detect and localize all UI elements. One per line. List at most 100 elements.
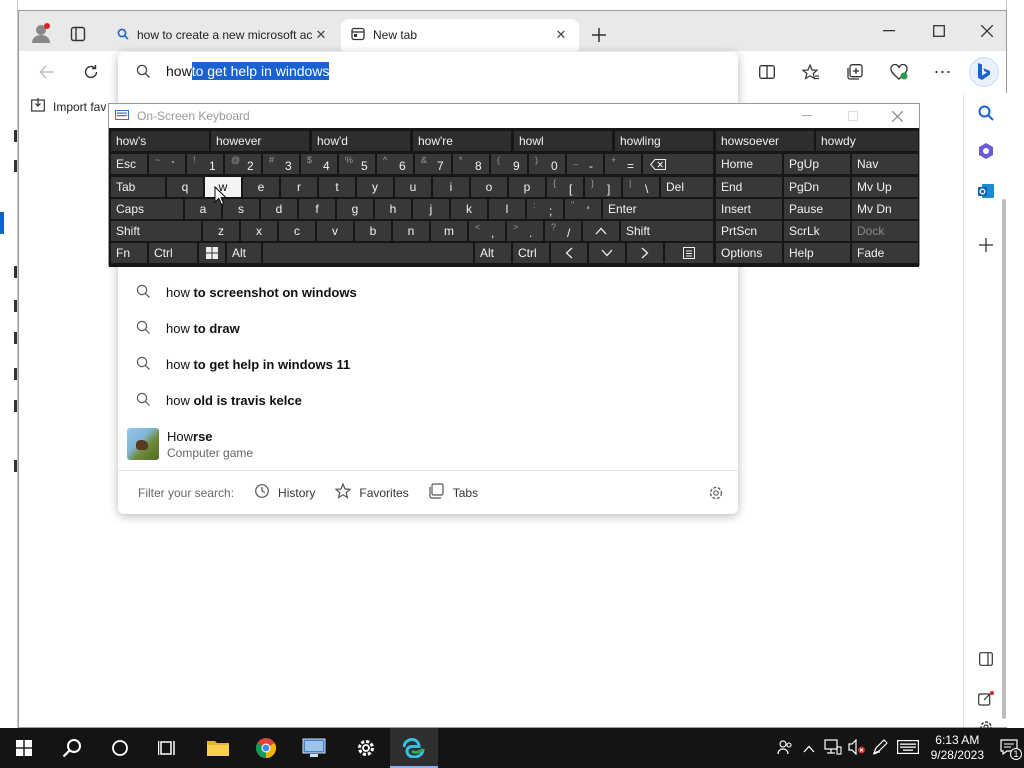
maximize-icon[interactable] (927, 21, 951, 41)
key-space[interactable] (263, 243, 473, 263)
key-j[interactable]: j (413, 199, 449, 219)
key-arrow-down[interactable] (589, 243, 625, 263)
key-u[interactable]: u (395, 177, 431, 197)
key-mv-up[interactable]: Mv Up (852, 177, 918, 197)
key-options[interactable]: Options (716, 243, 782, 263)
suggestion-item[interactable]: how old is travis kelce (118, 382, 738, 418)
key-n[interactable]: n (393, 221, 429, 241)
key-help[interactable]: Help (784, 243, 850, 263)
key-semicolon[interactable]: :; (527, 199, 563, 219)
key-prtscn[interactable]: PrtScn (716, 221, 782, 241)
hide-sidebar-icon[interactable] (974, 647, 998, 671)
remote-desktop-button[interactable] (290, 728, 338, 768)
entity-suggestion-howrse[interactable]: Howrse Computer game (118, 422, 738, 466)
outlook-icon[interactable] (974, 179, 998, 203)
tab-search[interactable]: how to create a new microsoft ac ✕ (107, 19, 339, 51)
new-tab-button[interactable] (587, 23, 611, 47)
key-close-bracket[interactable]: }] (585, 177, 621, 197)
key-fn[interactable]: Fn (111, 243, 147, 263)
key-alt-left[interactable]: Alt (227, 243, 261, 263)
key-b[interactable]: b (355, 221, 391, 241)
osk-maximize-icon[interactable] (833, 104, 873, 128)
cortana-button[interactable] (96, 728, 144, 768)
edge-button[interactable] (390, 728, 438, 768)
prediction-key[interactable]: how're (413, 131, 511, 151)
key-s[interactable]: s (223, 199, 259, 219)
external-link-icon[interactable] (974, 687, 998, 711)
key-shift-left[interactable]: Shift (111, 221, 201, 241)
suggestion-item[interactable]: how to draw (118, 310, 738, 346)
key-ctrl-left[interactable]: Ctrl (149, 243, 197, 263)
key-minus[interactable]: _ - (567, 154, 603, 174)
address-input[interactable]: how to get help in windows (118, 52, 738, 90)
key-pause[interactable]: Pause (784, 199, 850, 219)
key-fade[interactable]: Fade (852, 243, 918, 263)
close-icon[interactable]: ✕ (553, 27, 569, 43)
key-arrow-up[interactable] (583, 221, 619, 241)
key-backtick[interactable]: ~ ` (149, 154, 185, 174)
scrollbar[interactable] (1002, 199, 1006, 719)
key-insert[interactable]: Insert (716, 199, 782, 219)
key-backspace[interactable] (643, 154, 713, 174)
key-pgup[interactable]: PgUp (784, 154, 850, 174)
key-h[interactable]: h (375, 199, 411, 219)
key-equals[interactable]: + = (605, 154, 641, 174)
key-esc[interactable]: Esc (111, 154, 147, 174)
key-nav[interactable]: Nav (852, 154, 918, 174)
key-2[interactable]: @2 (225, 154, 261, 174)
key-del[interactable]: Del (661, 177, 713, 197)
close-window-icon[interactable] (975, 21, 999, 41)
settings-gear-icon[interactable] (708, 485, 724, 501)
key-0[interactable]: ) 0 (529, 154, 565, 174)
copilot-icon[interactable] (974, 139, 998, 163)
key-f[interactable]: f (299, 199, 335, 219)
prediction-key[interactable]: how'd (312, 131, 410, 151)
filter-favorites-button[interactable]: Favorites (334, 482, 409, 502)
tab-new-tab[interactable]: New tab ✕ (341, 19, 579, 51)
key-pgdn[interactable]: PgDn (784, 177, 850, 197)
key-v[interactable]: v (317, 221, 353, 241)
notifications-icon[interactable]: 1 (994, 738, 1024, 760)
prediction-key[interactable]: how's (111, 131, 209, 151)
key-8[interactable]: * 8 (453, 154, 489, 174)
key-q[interactable]: q (167, 177, 203, 197)
osk-close-icon[interactable] (877, 104, 917, 128)
start-button[interactable] (0, 728, 48, 768)
key-tab[interactable]: Tab (111, 177, 165, 197)
profile-avatar-icon[interactable] (29, 21, 53, 45)
key-mv-dn[interactable]: Mv Dn (852, 199, 918, 219)
key-y[interactable]: y (357, 177, 393, 197)
collections-icon[interactable] (843, 61, 867, 83)
key-arrow-right[interactable] (627, 243, 663, 263)
key-l[interactable]: l (489, 199, 525, 219)
key-e[interactable]: e (243, 177, 279, 197)
key-k[interactable]: k (451, 199, 487, 219)
key-r[interactable]: r (281, 177, 317, 197)
touch-keyboard-icon[interactable] (893, 739, 923, 757)
minimize-icon[interactable] (877, 21, 901, 41)
prediction-key[interactable]: howsoever (716, 131, 814, 151)
key-comma[interactable]: <, (469, 221, 505, 241)
key-shift-right[interactable]: Shift (621, 221, 713, 241)
key-1[interactable]: ! 1 (187, 154, 223, 174)
clock[interactable]: 6:13 AM 9/28/2023 (931, 733, 984, 763)
prediction-key[interactable]: howl (514, 131, 612, 151)
osk-minimize-icon[interactable] (787, 104, 827, 128)
key-quote[interactable]: " ' (565, 199, 601, 219)
key-ctrl-right[interactable]: Ctrl (513, 243, 549, 263)
suggestion-item[interactable]: how to screenshot on windows (118, 274, 738, 310)
key-enter[interactable]: Enter (603, 199, 713, 219)
osk-title-bar[interactable]: On-Screen Keyboard (109, 104, 919, 128)
task-view-button[interactable] (144, 728, 192, 768)
key-7[interactable]: & 7 (415, 154, 451, 174)
key-arrow-left[interactable] (551, 243, 587, 263)
key-scrlk[interactable]: ScrLk (784, 221, 850, 241)
key-caps[interactable]: Caps (111, 199, 183, 219)
search-sidebar-icon[interactable] (974, 101, 998, 125)
back-icon[interactable] (35, 61, 59, 83)
key-9[interactable]: (9 (491, 154, 527, 174)
import-favorites-button[interactable]: Import fav (31, 98, 106, 115)
settings-button[interactable] (342, 728, 390, 768)
key-4[interactable]: $4 (301, 154, 337, 174)
key-z[interactable]: z (203, 221, 239, 241)
